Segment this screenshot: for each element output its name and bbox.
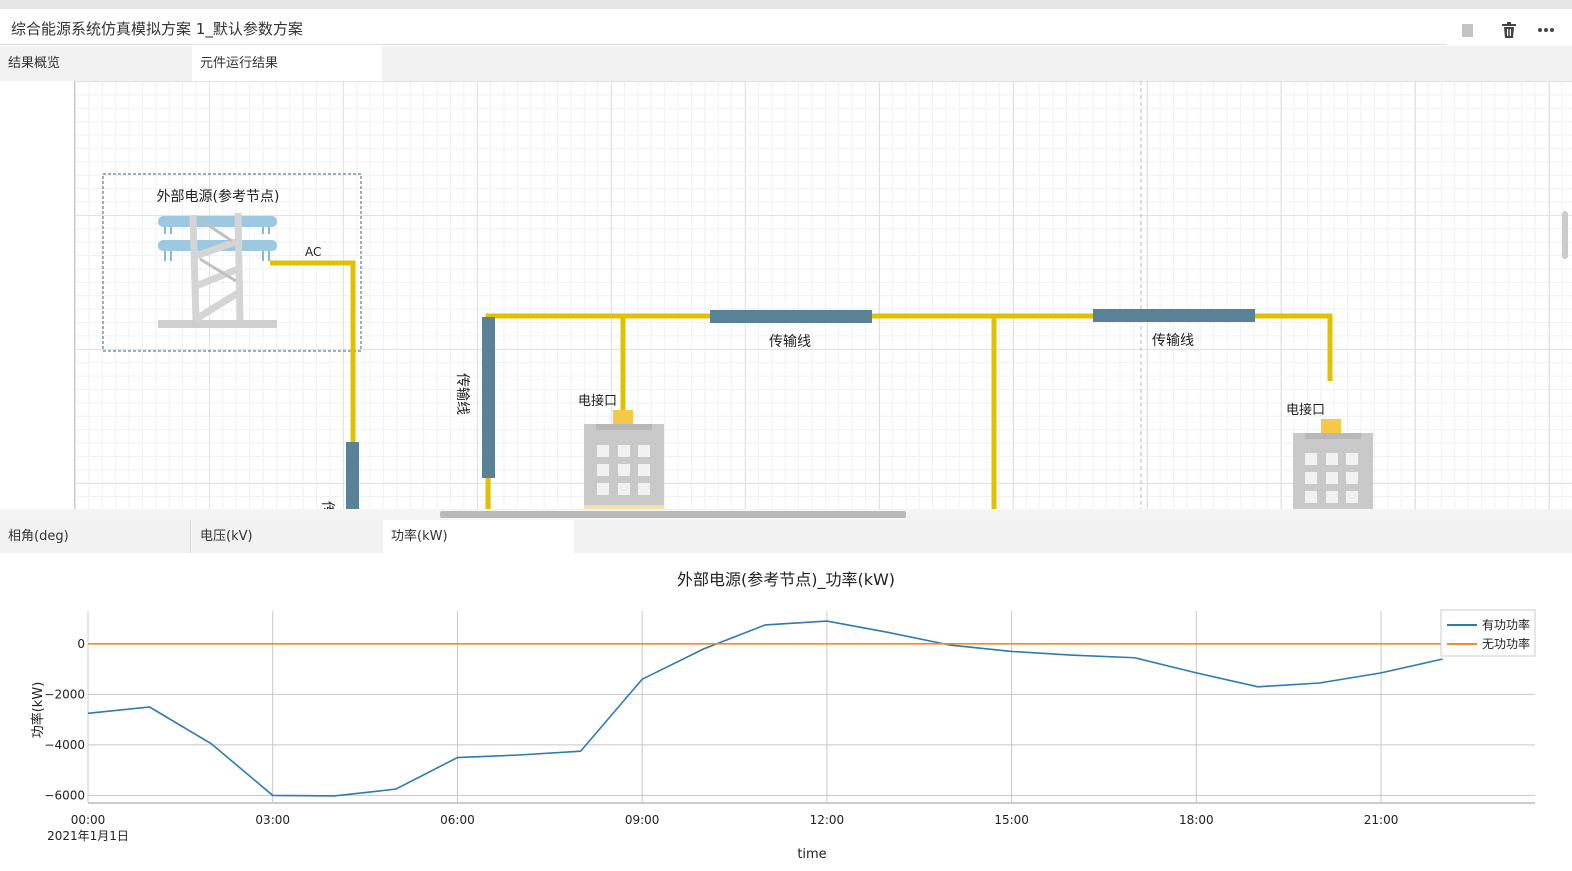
power-chart: 外部电源(参考节点)_功率(kW) 功率(kW) time 2021年1月1日 …	[0, 553, 1572, 867]
building-icon[interactable]	[584, 410, 664, 509]
x-tick-label: 12:00	[810, 813, 845, 827]
title-bar: 综合能源系统仿真模拟方案 1_默认参数方案	[0, 9, 1572, 45]
delete-button[interactable]	[1498, 19, 1520, 41]
chart-svg: 外部电源(参考节点)_功率(kW) 功率(kW) time 2021年1月1日 …	[30, 570, 1536, 862]
diagram-canvas[interactable]: 外部电源(参考节点) AC 传输线 传输线 传输线 传 电接口 电接口	[0, 81, 1572, 509]
tab-voltage[interactable]: 电压(kV)	[192, 520, 383, 553]
y-tick-label: 0	[77, 637, 85, 651]
building-icon[interactable]	[1293, 419, 1373, 509]
vertical-scrollbar[interactable]	[1562, 211, 1568, 259]
x-tick-label: 09:00	[625, 813, 660, 827]
tab-phase-angle[interactable]: 相角(deg)	[0, 520, 191, 553]
y-tick-label: −2000	[44, 687, 85, 701]
line-label: 传输线	[769, 334, 811, 350]
title-divider	[0, 44, 1447, 45]
more-icon	[1538, 28, 1554, 32]
transmission-line-2[interactable]	[482, 317, 495, 478]
transmission-line-1[interactable]	[346, 442, 359, 509]
line-label-vertical: 传输线	[454, 373, 470, 415]
power-tower-icon[interactable]	[158, 212, 277, 328]
source-label: 外部电源(参考节点)	[157, 188, 280, 205]
port-label: 电接口	[1286, 402, 1325, 418]
trash-icon	[1502, 21, 1516, 38]
legend-label: 有功功率	[1482, 617, 1530, 632]
stop-button[interactable]	[1456, 19, 1478, 41]
ac-label: AC	[305, 245, 321, 259]
line-label-vertical: 传	[319, 501, 335, 509]
x-tick-label: 06:00	[440, 813, 475, 827]
y-tick-label: −4000	[44, 738, 85, 752]
x-tick-label: 03:00	[255, 813, 290, 827]
x-tick-label: 00:00	[71, 813, 106, 827]
x-tick-label: 21:00	[1364, 813, 1399, 827]
chart-tabs: 相角(deg) 电压(kV) 功率(kW)	[0, 520, 1572, 553]
horizontal-scrollbar[interactable]	[0, 509, 1572, 520]
line-label: 传输线	[1152, 333, 1194, 349]
square-icon	[1461, 23, 1473, 37]
y-tick-label: −6000	[44, 788, 85, 802]
scrollbar-thumb[interactable]	[440, 511, 906, 518]
x-tick-label: 18:00	[1179, 813, 1214, 827]
page-title: 综合能源系统仿真模拟方案 1_默认参数方案	[11, 20, 303, 38]
x-tick-label: 15:00	[994, 813, 1029, 827]
port-label: 电接口	[578, 393, 617, 409]
tab-power[interactable]: 功率(kW)	[383, 520, 574, 553]
chart-legend: 有功功率无功功率	[1440, 609, 1536, 657]
tab-overview[interactable]: 结果概览	[0, 46, 192, 81]
window-top-strip	[0, 0, 1572, 9]
transmission-line-4[interactable]	[1093, 309, 1255, 322]
tab-component-results[interactable]: 元件运行结果	[192, 46, 382, 81]
x-axis-label: time	[797, 847, 826, 862]
transmission-line-3[interactable]	[710, 310, 872, 323]
x-date-label: 2021年1月1日	[47, 829, 129, 843]
wires	[270, 260, 1333, 509]
diagram-svg: 外部电源(参考节点) AC 传输线 传输线 传输线 传 电接口 电接口	[102, 81, 1373, 509]
chart-title: 外部电源(参考节点)_功率(kW)	[677, 570, 895, 590]
result-tabs: 结果概览 元件运行结果	[0, 46, 1572, 81]
more-button[interactable]	[1535, 19, 1557, 41]
series-line-0	[87, 620, 1443, 797]
legend-label: 无功功率	[1482, 636, 1530, 651]
